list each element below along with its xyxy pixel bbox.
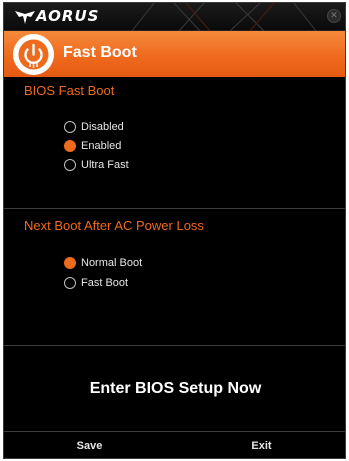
radio-label: Enabled bbox=[81, 140, 122, 152]
page-header: Fast Boot bbox=[4, 31, 345, 77]
page-title: Fast Boot bbox=[63, 44, 137, 61]
radio-option-ultra-fast[interactable]: Ultra Fast bbox=[64, 158, 129, 172]
brand-logo-text: AORUS bbox=[36, 7, 100, 25]
exit-button[interactable]: Exit bbox=[176, 432, 345, 458]
radio-label: Ultra Fast bbox=[81, 159, 129, 171]
radio-button-icon[interactable] bbox=[64, 121, 76, 133]
radio-option-disabled[interactable]: Disabled bbox=[64, 120, 124, 134]
close-icon[interactable]: ✕ bbox=[327, 9, 341, 23]
radio-option-enabled[interactable]: Enabled bbox=[64, 139, 121, 153]
radio-button-icon[interactable] bbox=[64, 159, 76, 171]
radio-label: Normal Boot bbox=[81, 257, 143, 269]
bios-fast-boot-title: BIOS Fast Boot bbox=[24, 83, 115, 98]
radio-button-selected-icon[interactable] bbox=[64, 257, 76, 269]
next-boot-title: Next Boot After AC Power Loss bbox=[24, 218, 204, 233]
radio-button-icon[interactable] bbox=[64, 277, 76, 289]
section-divider bbox=[4, 208, 345, 209]
radio-option-fast-boot[interactable]: Fast Boot bbox=[64, 276, 128, 290]
save-button[interactable]: Save bbox=[4, 432, 175, 458]
power-icon bbox=[13, 34, 54, 75]
radio-option-normal-boot[interactable]: Normal Boot bbox=[64, 256, 142, 270]
radio-label: Fast Boot bbox=[81, 277, 129, 289]
radio-button-selected-icon[interactable] bbox=[64, 140, 76, 152]
radio-label: Disabled bbox=[81, 121, 124, 133]
aorus-eagle-icon bbox=[15, 11, 35, 24]
title-bar: AORUS ✕ bbox=[4, 3, 345, 31]
fast-boot-window: AORUS ✕ Fast Boot BIOS Fast Boot Disable… bbox=[3, 2, 346, 459]
enter-bios-setup-button[interactable]: Enter BIOS Setup Now bbox=[4, 346, 345, 431]
